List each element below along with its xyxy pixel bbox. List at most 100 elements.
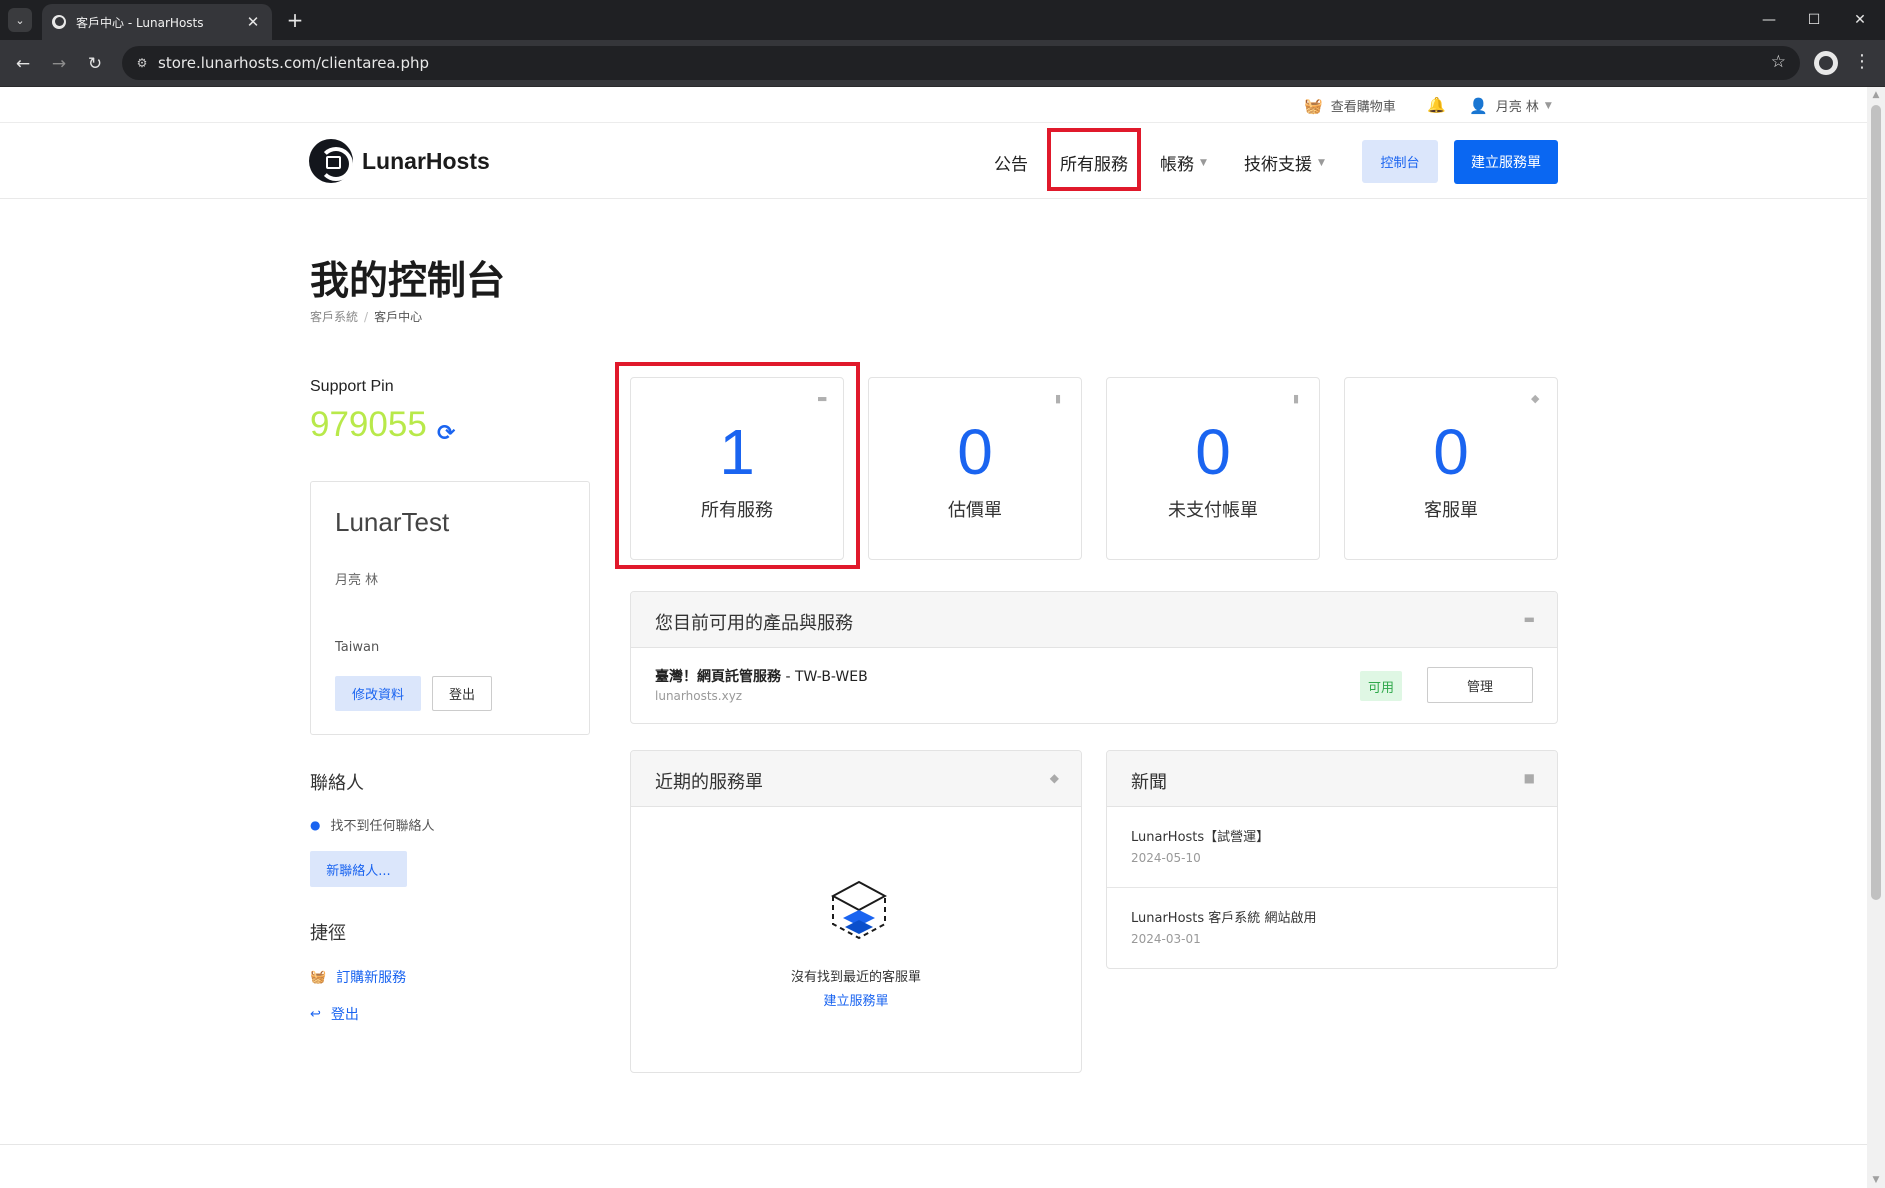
stat-label: 未支付帳單	[1168, 500, 1258, 521]
nav-announcements-label: 公告	[994, 155, 1028, 175]
utility-bar: 🧺 查看購物車 🔔 👤 月亮 林 ▼	[0, 87, 1867, 123]
forward-arrow-icon[interactable]: →	[47, 52, 71, 76]
footer-divider	[0, 1144, 1867, 1145]
news-panel-title: 新聞	[1131, 772, 1167, 793]
services-panel: 您目前可用的產品與服務 ▬ 臺灣！網頁託管服務 - TW-B-WEB lunar…	[630, 591, 1558, 724]
stat-label: 估價單	[948, 500, 1002, 521]
address-bar[interactable]: ⚙ store.lunarhosts.com/clientarea.php ☆	[122, 46, 1800, 80]
view-cart-link[interactable]: 🧺 查看購物車	[1304, 96, 1396, 116]
scroll-down-icon[interactable]: ▼	[1870, 1175, 1882, 1185]
document-icon: ▮	[1055, 392, 1062, 405]
page-title: 我的控制台	[310, 259, 506, 304]
news-title: LunarHosts【試營運】	[1131, 830, 1270, 845]
chevron-down-icon: ▼	[1200, 157, 1207, 168]
support-pin-label: Support Pin	[310, 378, 394, 395]
breadcrumb-current: 客戶中心	[374, 310, 423, 324]
scroll-up-icon[interactable]: ▲	[1870, 90, 1882, 100]
moon-logo-icon	[309, 139, 353, 183]
close-tab-icon[interactable]: ✕	[244, 13, 262, 31]
browser-tab[interactable]: 客戶中心 - LunarHosts ✕	[42, 4, 272, 40]
nav-announcements[interactable]: 公告	[994, 150, 1028, 175]
site-info-icon[interactable]: ⚙	[132, 53, 152, 73]
back-arrow-icon[interactable]: ←	[11, 52, 35, 76]
edit-profile-button[interactable]: 修改資料	[335, 676, 421, 711]
tab-title: 客戶中心 - LunarHosts	[76, 15, 204, 30]
stat-value: 0	[1433, 416, 1469, 488]
tickets-panel-header: 近期的服務單 ◆	[631, 751, 1081, 807]
highlight-annotation-nav	[1047, 128, 1141, 191]
logout-button[interactable]: 登出	[432, 676, 492, 711]
notifications-button[interactable]: 🔔	[1427, 96, 1454, 114]
minimize-icon[interactable]: —	[1757, 8, 1781, 32]
site-favicon-icon	[52, 15, 66, 29]
recent-tickets-panel: 近期的服務單 ◆ 沒有找到最近的客服單 建立服務單	[630, 750, 1082, 1073]
bookmark-star-icon[interactable]: ☆	[1771, 52, 1786, 72]
tag-icon: ◆	[1049, 771, 1059, 785]
site-logo[interactable]: LunarHosts	[309, 139, 490, 183]
profile-avatar-icon[interactable]	[1814, 51, 1838, 75]
nav-support-label: 技術支援	[1244, 155, 1312, 175]
manage-service-button[interactable]: 管理	[1427, 667, 1533, 703]
new-contact-button[interactable]: 新聯絡人...	[310, 851, 407, 887]
server-icon: ▬	[1523, 612, 1535, 626]
new-tab-icon[interactable]: +	[283, 8, 307, 32]
logo-text: LunarHosts	[362, 147, 490, 174]
company-name: LunarTest	[335, 507, 450, 537]
basket-icon: 🧺	[310, 969, 327, 985]
shortcut-order-service[interactable]: 🧺 訂購新服務	[310, 967, 406, 987]
user-icon: 👤	[1469, 96, 1488, 115]
news-panel-header: 新聞 ■	[1107, 751, 1557, 807]
news-item[interactable]: LunarHosts【試營運】 2024-05-10	[1107, 807, 1557, 888]
close-window-icon[interactable]: ✕	[1848, 8, 1872, 32]
stat-value: 0	[1195, 416, 1231, 488]
new-ticket-button[interactable]: 建立服務單	[1454, 140, 1558, 184]
reply-arrow-icon: ↩	[310, 1006, 321, 1022]
browser-toolbar: ← → ↻ ⚙ store.lunarhosts.com/clientarea.…	[0, 40, 1885, 87]
browser-menu-icon[interactable]: ⋮	[1852, 51, 1872, 72]
refresh-pin-icon[interactable]: ⟳	[437, 421, 455, 446]
stat-tile-unpaid-invoices[interactable]: ▮ 0 未支付帳單	[1106, 377, 1320, 560]
scrollbar-thumb[interactable]	[1871, 105, 1881, 900]
service-plan: - TW-B-WEB	[781, 669, 868, 685]
services-panel-title: 您目前可用的產品與服務	[655, 613, 853, 634]
maximize-icon[interactable]: ☐	[1802, 8, 1826, 32]
document-icon: ▮	[1293, 392, 1300, 405]
site-header: LunarHosts 公告 所有服務 帳務 ▼ 技術支援 ▼ 控制台 建立服務單	[0, 123, 1867, 199]
news-date: 2024-03-01	[1131, 932, 1201, 946]
tickets-empty-text: 沒有找到最近的客服單	[790, 970, 921, 985]
nav-support[interactable]: 技術支援 ▼	[1244, 150, 1325, 175]
contacts-empty-text: 找不到任何聯絡人	[330, 819, 435, 834]
profile-card: LunarTest 月亮 林 Taiwan 修改資料 登出	[310, 481, 590, 735]
user-name: 月亮 林	[1495, 100, 1539, 115]
person-icon: ●	[310, 817, 321, 832]
tab-search-button[interactable]: ⌄	[8, 8, 32, 32]
reload-icon[interactable]: ↻	[83, 52, 107, 76]
dashboard-button[interactable]: 控制台	[1362, 140, 1438, 183]
user-menu[interactable]: 👤 月亮 林 ▼	[1469, 96, 1552, 116]
stat-tile-quotes[interactable]: ▮ 0 估價單	[868, 377, 1082, 560]
service-row[interactable]: 臺灣！網頁託管服務 - TW-B-WEB lunarhosts.xyz 可用 管…	[631, 648, 1557, 723]
news-title: LunarHosts 客戶系統 網站啟用	[1131, 911, 1317, 926]
news-item[interactable]: LunarHosts 客戶系統 網站啟用 2024-03-01	[1107, 888, 1557, 968]
create-ticket-link[interactable]: 建立服務單	[631, 990, 1081, 1009]
chevron-down-icon: ▼	[1544, 100, 1552, 111]
nav-billing[interactable]: 帳務 ▼	[1160, 150, 1207, 175]
empty-box-icon	[831, 880, 887, 940]
shortcut-logout[interactable]: ↩ 登出	[310, 1004, 359, 1024]
breadcrumb-home[interactable]: 客戶系統	[310, 310, 358, 324]
stat-label: 客服單	[1424, 500, 1478, 521]
stat-value: 0	[957, 416, 993, 488]
nav-billing-label: 帳務	[1160, 155, 1194, 175]
contacts-empty: ● 找不到任何聯絡人	[310, 815, 435, 835]
browser-tab-bar: ⌄ 客戶中心 - LunarHosts ✕ + — ☐ ✕	[0, 0, 1885, 40]
url-text[interactable]: store.lunarhosts.com/clientarea.php	[158, 54, 429, 72]
view-cart-label: 查看購物車	[1330, 100, 1396, 115]
page-scrollbar[interactable]: ▲ ▼	[1867, 87, 1885, 1188]
tag-icon: ◆	[1531, 392, 1540, 405]
contacts-heading: 聯絡人	[310, 773, 364, 794]
stat-tile-tickets[interactable]: ◆ 0 客服單	[1344, 377, 1558, 560]
breadcrumb: 客戶系統 / 客戶中心	[310, 308, 422, 325]
page-content: 🧺 查看購物車 🔔 👤 月亮 林 ▼ LunarHosts 公告 所有服務 帳務…	[0, 87, 1867, 1188]
services-panel-header: 您目前可用的產品與服務 ▬	[631, 592, 1557, 648]
bell-icon: 🔔	[1427, 96, 1446, 114]
